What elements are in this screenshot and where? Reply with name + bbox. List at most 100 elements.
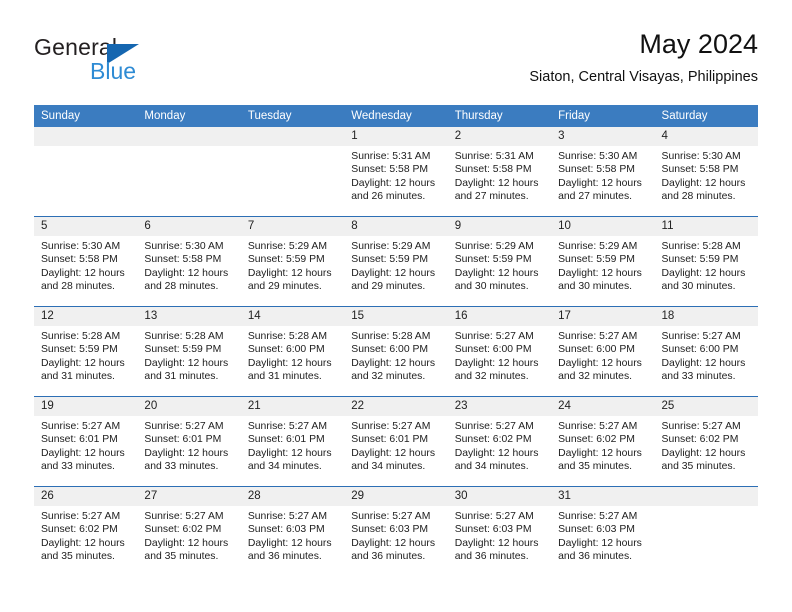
day-details: Sunrise: 5:27 AM Sunset: 6:03 PM Daylight:… — [551, 506, 654, 564]
sunset-time: Sunset: 5:59 PM — [558, 254, 635, 266]
daylight-duration: Daylight: 12 hours and 32 minutes. — [351, 357, 436, 383]
calendar-day-cell[interactable]: 17 Sunrise: 5:27 AM Sunset: 6:00 PM Dayligh… — [551, 306, 655, 397]
calendar-day-cell[interactable]: 11 Sunrise: 5:28 AM Sunset: 5:59 PM Dayligh… — [654, 216, 758, 307]
calendar-day-cell[interactable]: 20 Sunrise: 5:27 AM Sunset: 6:01 PM Dayligh… — [137, 396, 241, 487]
sunset-time: Sunset: 5:58 PM — [351, 164, 429, 176]
logo-text-general: General — [34, 34, 118, 60]
calendar-day-cell[interactable]: 27 Sunrise: 5:27 AM Sunset: 6:02 PM Dayligh… — [137, 486, 241, 576]
calendar-day-cell[interactable]: 21 Sunrise: 5:27 AM Sunset: 6:01 PM Dayligh… — [240, 396, 345, 487]
sunrise-time: Sunrise: 5:27 AM — [41, 511, 121, 522]
calendar-header-row: Sunday Monday Tuesday Wednesday Thursday Frid… — [34, 105, 758, 127]
calendar-day-cell-empty — [240, 127, 345, 217]
sunrise-time: Sunrise: 5:27 AM — [661, 421, 741, 432]
calendar-day-cell[interactable]: 23 Sunrise: 5:27 AM Sunset: 6:02 PM Dayligh… — [447, 396, 552, 487]
calendar-day-cell[interactable]: 28 Sunrise: 5:27 AM Sunset: 6:03 PM Dayligh… — [240, 486, 345, 576]
sunrise-time: Sunrise: 5:30 AM — [144, 241, 224, 252]
daylight-duration: Daylight: 12 hours and 36 minutes. — [351, 537, 436, 563]
daylight-duration: Daylight: 12 hours and 30 minutes. — [558, 267, 642, 293]
day-number: 26 — [34, 487, 138, 506]
calendar-day-cell[interactable]: 18 Sunrise: 5:27 AM Sunset: 6:00 PM Dayligh… — [654, 306, 758, 397]
calendar-week-row: 5 Sunrise: 5:30 AM Sunset: 5:58 PM Daylight… — [34, 216, 758, 307]
sunrise-time: Sunrise: 5:28 AM — [144, 331, 224, 342]
day-number: 10 — [551, 217, 655, 236]
calendar-day-cell[interactable]: 14 Sunrise: 5:28 AM Sunset: 6:00 PM Dayligh… — [240, 306, 345, 397]
day-details: Sunrise: 5:27 AM Sunset: 6:03 PM Daylight:… — [344, 506, 447, 564]
calendar-day-cell[interactable]: 10 Sunrise: 5:29 AM Sunset: 5:59 PM Dayligh… — [551, 216, 655, 307]
daylight-duration: Daylight: 12 hours and 28 minutes. — [144, 267, 229, 293]
day-details: Sunrise: 5:28 AM Sunset: 5:59 PM Daylight:… — [137, 326, 240, 384]
daylight-duration: Daylight: 12 hours and 32 minutes. — [558, 357, 642, 383]
sunrise-time: Sunrise: 5:30 AM — [661, 151, 741, 162]
weekday-header-tuesday: Tuesday — [240, 105, 345, 127]
sunset-time: Sunset: 5:58 PM — [454, 164, 532, 176]
calendar-day-cell[interactable]: 3 Sunrise: 5:30 AM Sunset: 5:58 PM Daylight… — [551, 127, 655, 217]
sunset-time: Sunset: 5:59 PM — [41, 344, 118, 356]
day-details: Sunrise: 5:29 AM Sunset: 5:59 PM Daylight:… — [448, 236, 551, 294]
sunrise-time: Sunrise: 5:28 AM — [247, 331, 327, 342]
sunset-time: Sunset: 5:58 PM — [144, 254, 222, 266]
day-number: 29 — [344, 487, 448, 506]
calendar-day-cell[interactable]: 15 Sunrise: 5:28 AM Sunset: 6:00 PM Dayligh… — [344, 306, 448, 397]
day-number: 12 — [34, 307, 138, 326]
sunrise-time: Sunrise: 5:27 AM — [351, 421, 431, 432]
day-number: 19 — [34, 397, 138, 416]
calendar-day-cell[interactable]: 29 Sunrise: 5:27 AM Sunset: 6:03 PM Dayligh… — [344, 486, 448, 576]
calendar-page: General Blue May 2024 Siaton, Central Vi… — [0, 0, 792, 612]
day-number: 11 — [654, 217, 758, 236]
daylight-duration: Daylight: 12 hours and 28 minutes. — [661, 177, 746, 203]
calendar-day-cell[interactable]: 24 Sunrise: 5:27 AM Sunset: 6:02 PM Dayligh… — [551, 396, 655, 487]
sunset-time: Sunset: 6:03 PM — [351, 524, 429, 536]
weekday-header-wednesday: Wednesday — [344, 105, 448, 127]
sunset-time: Sunset: 6:01 PM — [144, 434, 222, 446]
sunset-time: Sunset: 5:58 PM — [41, 254, 118, 266]
sunrise-sunset-calendar: Sunday Monday Tuesday Wednesday Thursday Frid… — [34, 105, 758, 576]
day-details: Sunrise: 5:27 AM Sunset: 6:00 PM Daylight:… — [551, 326, 654, 384]
day-number: 14 — [240, 307, 345, 326]
sunset-time: Sunset: 5:58 PM — [558, 164, 635, 176]
calendar-day-cell[interactable]: 26 Sunrise: 5:27 AM Sunset: 6:02 PM Dayligh… — [34, 486, 138, 576]
daylight-duration: Daylight: 12 hours and 27 minutes. — [558, 177, 642, 203]
calendar-day-cell-empty — [34, 127, 138, 217]
sunrise-time: Sunrise: 5:27 AM — [454, 511, 534, 522]
calendar-day-cell[interactable]: 12 Sunrise: 5:28 AM Sunset: 5:59 PM Dayligh… — [34, 306, 138, 397]
sunset-time: Sunset: 6:02 PM — [661, 434, 739, 446]
calendar-day-cell[interactable]: 8 Sunrise: 5:29 AM Sunset: 5:59 PM Daylight… — [344, 216, 448, 307]
day-details: Sunrise: 5:27 AM Sunset: 6:02 PM Daylight:… — [448, 416, 551, 474]
weekday-header-monday: Monday — [137, 105, 241, 127]
calendar-day-cell[interactable]: 6 Sunrise: 5:30 AM Sunset: 5:58 PM Daylight… — [137, 216, 241, 307]
calendar-day-cell[interactable]: 16 Sunrise: 5:27 AM Sunset: 6:00 PM Dayligh… — [447, 306, 552, 397]
calendar-day-cell[interactable]: 5 Sunrise: 5:30 AM Sunset: 5:58 PM Daylight… — [34, 216, 138, 307]
day-details: Sunrise: 5:27 AM Sunset: 6:02 PM Daylight:… — [551, 416, 654, 474]
daylight-duration: Daylight: 12 hours and 28 minutes. — [41, 267, 125, 293]
day-number — [34, 127, 138, 146]
day-number: 4 — [654, 127, 758, 146]
day-number — [654, 487, 758, 506]
sunset-time: Sunset: 6:03 PM — [454, 524, 532, 536]
daylight-duration: Daylight: 12 hours and 29 minutes. — [247, 267, 332, 293]
calendar-day-cell[interactable]: 1 Sunrise: 5:31 AM Sunset: 5:58 PM Daylight… — [344, 127, 448, 217]
sunrise-time: Sunrise: 5:27 AM — [144, 421, 224, 432]
day-details: Sunrise: 5:27 AM Sunset: 6:02 PM Daylight:… — [34, 506, 137, 564]
day-number: 2 — [447, 127, 552, 146]
sunrise-time: Sunrise: 5:28 AM — [661, 241, 741, 252]
day-details: Sunrise: 5:27 AM Sunset: 6:00 PM Daylight:… — [655, 326, 758, 384]
calendar-day-cell[interactable]: 9 Sunrise: 5:29 AM Sunset: 5:59 PM Daylight… — [447, 216, 552, 307]
day-details: Sunrise: 5:29 AM Sunset: 5:59 PM Daylight:… — [551, 236, 654, 294]
page-subtitle: Siaton, Central Visayas, Philippines — [529, 69, 758, 85]
calendar-day-cell[interactable]: 7 Sunrise: 5:29 AM Sunset: 5:59 PM Daylight… — [240, 216, 345, 307]
calendar-day-cell[interactable]: 19 Sunrise: 5:27 AM Sunset: 6:01 PM Dayligh… — [34, 396, 138, 487]
calendar-day-cell[interactable]: 30 Sunrise: 5:27 AM Sunset: 6:03 PM Dayligh… — [447, 486, 552, 576]
calendar-day-cell[interactable]: 31 Sunrise: 5:27 AM Sunset: 6:03 PM Dayligh… — [551, 486, 655, 576]
calendar-day-cell[interactable]: 2 Sunrise: 5:31 AM Sunset: 5:58 PM Daylight… — [447, 127, 552, 217]
sunset-time: Sunset: 6:01 PM — [41, 434, 118, 446]
daylight-duration: Daylight: 12 hours and 34 minutes. — [247, 447, 332, 473]
general-blue-logo[interactable]: General Blue — [34, 34, 254, 88]
calendar-day-cell[interactable]: 13 Sunrise: 5:28 AM Sunset: 5:59 PM Dayligh… — [137, 306, 241, 397]
calendar-day-cell[interactable]: 25 Sunrise: 5:27 AM Sunset: 6:02 PM Dayligh… — [654, 396, 758, 487]
calendar-day-cell[interactable]: 4 Sunrise: 5:30 AM Sunset: 5:58 PM Daylight… — [654, 127, 758, 217]
day-number: 28 — [240, 487, 345, 506]
weekday-header-row: Sunday Monday Tuesday Wednesday Thursday Frid… — [34, 105, 758, 127]
day-details: Sunrise: 5:27 AM Sunset: 6:03 PM Daylight:… — [241, 506, 344, 564]
day-details: Sunrise: 5:30 AM Sunset: 5:58 PM Daylight:… — [34, 236, 137, 294]
calendar-day-cell[interactable]: 22 Sunrise: 5:27 AM Sunset: 6:01 PM Dayligh… — [344, 396, 448, 487]
